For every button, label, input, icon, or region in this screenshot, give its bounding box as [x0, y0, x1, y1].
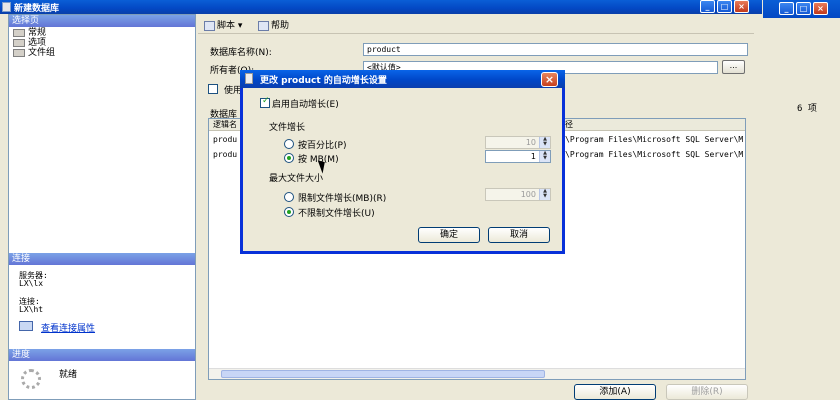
stepper-arrows-icon[interactable]: ▲ ▼ [539, 151, 550, 162]
status-text: 就绪 [59, 370, 78, 380]
background-window: _ □ × 6 项 [763, 0, 840, 400]
by-percent-radio[interactable] [284, 139, 294, 149]
select-page-header: 选择页 [9, 15, 195, 27]
window-titlebar[interactable]: 新建数据库 _ □ × [0, 0, 762, 14]
left-panel: 选择页 常规 选项 文件组 连接 服务器: LX\lx 连接: LX\ht 查看… [8, 14, 196, 400]
unlimited-growth-label: 不限制文件增长(U) [298, 209, 375, 219]
bg-minimize-button[interactable]: _ [779, 2, 794, 15]
scrollbar-thumb[interactable] [221, 370, 545, 378]
dialog-titlebar[interactable]: 更改 product 的自动增长设置 × [240, 70, 565, 88]
server-value: LX\lx [19, 279, 44, 288]
fulltext-checkbox[interactable] [208, 84, 218, 94]
limited-growth-label: 限制文件增长(MB)(R) [298, 194, 387, 204]
db-name-input[interactable]: product [363, 43, 748, 56]
col-logical-name: 逻辑名 [213, 120, 237, 129]
unlimited-growth-radio[interactable] [284, 207, 294, 217]
toolbar: 脚本 ▾ 帮助 [198, 14, 754, 34]
view-connection-properties-link[interactable]: 查看连接属性 [41, 321, 95, 334]
page-icon [13, 28, 25, 37]
remove-file-button[interactable]: 删除(R) [666, 384, 748, 400]
connection-value: LX\ht [19, 305, 44, 314]
script-icon [204, 20, 215, 31]
add-file-button[interactable]: 添加(A) [574, 384, 656, 400]
enable-autogrow-checkbox[interactable]: ✓ [260, 96, 270, 108]
stepper-arrows-icon[interactable]: ▲ ▼ [539, 189, 550, 200]
by-percent-label: 按百分比(P) [298, 141, 347, 151]
max-file-size-label: 最大文件大小 [269, 174, 324, 184]
minimize-button[interactable]: _ [700, 0, 715, 13]
stepper-arrows-icon[interactable]: ▲ ▼ [539, 137, 550, 148]
db-name-label: 数据库名称(N): [210, 48, 272, 58]
autogrowth-dialog: 更改 product 的自动增长设置 × ✓ 启用自动增长(E) 文件增长 按百… [240, 70, 565, 254]
horizontal-scrollbar[interactable] [209, 368, 745, 379]
by-mb-radio[interactable] [284, 153, 294, 163]
item-count: 6 项 [797, 104, 817, 114]
progress-spinner-icon [21, 369, 41, 389]
dialog-icon [245, 73, 253, 84]
database-icon [2, 2, 11, 12]
ok-button[interactable]: 确定 [418, 227, 480, 243]
script-button[interactable]: 脚本 ▾ [204, 18, 242, 31]
col-path: 径 [565, 120, 573, 129]
bg-close-button[interactable]: × [813, 2, 828, 15]
close-button[interactable]: × [734, 0, 749, 13]
background-titlebar: _ □ × [763, 0, 840, 18]
limited-size-stepper[interactable]: 100 ▲ ▼ [485, 188, 551, 201]
enable-autogrow-label: 启用自动增长(E) [272, 100, 339, 110]
connection-properties-icon [19, 321, 33, 331]
connection-header: 连接 [9, 253, 195, 265]
check-icon: ✓ [262, 96, 270, 106]
page-item-options[interactable]: 选项 [13, 38, 46, 48]
mb-stepper[interactable]: 1 ▲ ▼ [485, 150, 551, 163]
window-title: 新建数据库 [14, 4, 60, 14]
page-item-general[interactable]: 常规 [13, 28, 46, 38]
page-icon [13, 48, 25, 57]
page-icon [13, 38, 25, 47]
page-item-filegroups[interactable]: 文件组 [13, 48, 55, 58]
progress-header: 进度 [9, 349, 195, 361]
dialog-title: 更改 product 的自动增长设置 [260, 76, 387, 86]
percent-stepper[interactable]: 10 ▲ ▼ [485, 136, 551, 149]
dialog-close-button[interactable]: × [541, 72, 558, 87]
file-growth-label: 文件增长 [269, 123, 306, 133]
help-button[interactable]: 帮助 [258, 18, 289, 31]
browse-owner-button[interactable]: ... [722, 60, 745, 74]
maximize-button[interactable]: □ [717, 0, 732, 13]
cancel-button[interactable]: 取消 [488, 227, 550, 243]
limited-growth-radio[interactable] [284, 192, 294, 202]
bg-maximize-button[interactable]: □ [796, 2, 811, 15]
help-icon [258, 20, 269, 31]
